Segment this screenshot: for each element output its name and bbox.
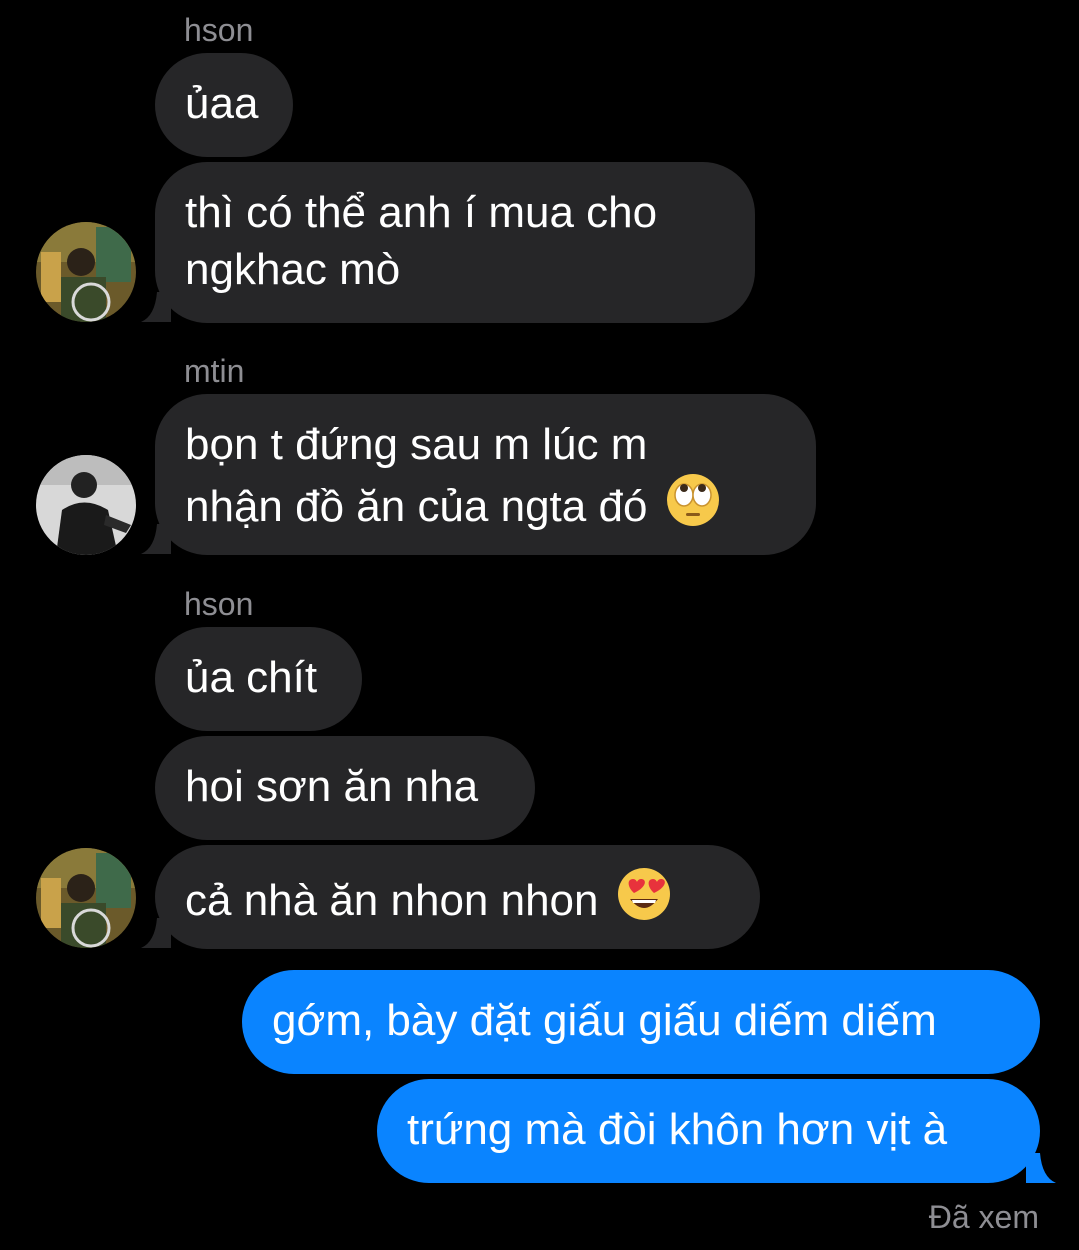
- avatar[interactable]: [36, 222, 136, 322]
- sender-name: mtin: [184, 353, 245, 389]
- message-text: cả nhà ăn nhon nhon: [185, 876, 599, 925]
- message-text-line: ngkhac mò: [185, 245, 401, 294]
- avatar-photo-icon: [36, 222, 136, 322]
- message-bubble[interactable]: bọn t đứng sau m lúc m nhận đồ ăn của ng…: [155, 394, 816, 555]
- message-text: ủaa: [185, 79, 259, 128]
- avatar-photo-icon: [36, 455, 136, 555]
- sender-name: hson: [184, 586, 254, 622]
- avatar[interactable]: [36, 848, 136, 948]
- message-bubble[interactable]: hoi sơn ăn nha: [155, 736, 535, 840]
- message-text: ủa chít: [185, 653, 318, 702]
- message-bubble[interactable]: trứng mà đòi khôn hơn vịt à: [377, 1079, 1040, 1183]
- message-text-line: bọn t đứng sau m lúc m: [185, 420, 648, 469]
- avatar-photo-icon: [36, 848, 136, 948]
- message-bubble[interactable]: ủa chít: [155, 627, 362, 731]
- bubble-tail: [141, 292, 171, 322]
- avatar[interactable]: [36, 455, 136, 555]
- message-bubble[interactable]: thì có thể anh í mua cho ngkhac mò: [155, 162, 755, 323]
- sender-name: hson: [184, 12, 254, 48]
- smiling-face-with-heart-eyes-icon: [617, 867, 671, 921]
- message-bubble[interactable]: ủaa: [155, 53, 293, 157]
- bubble-tail: [1026, 1153, 1056, 1183]
- bubble-tail: [141, 524, 171, 554]
- seen-status: Đã xem: [928, 1199, 1039, 1235]
- message-text: gớm, bày đặt giấu giấu diếm diếm: [272, 996, 937, 1045]
- message-bubble[interactable]: cả nhà ăn nhon nhon: [155, 845, 760, 949]
- message-bubble[interactable]: gớm, bày đặt giấu giấu diếm diếm: [242, 970, 1040, 1074]
- face-with-rolling-eyes-icon: [666, 473, 720, 527]
- bubble-tail: [141, 918, 171, 948]
- message-text-line: thì có thể anh í mua cho: [185, 188, 658, 237]
- message-text-line: nhận đồ ăn của ngta đó: [185, 482, 648, 531]
- message-text: hoi sơn ăn nha: [185, 762, 479, 811]
- message-text: trứng mà đòi khôn hơn vịt à: [407, 1105, 948, 1154]
